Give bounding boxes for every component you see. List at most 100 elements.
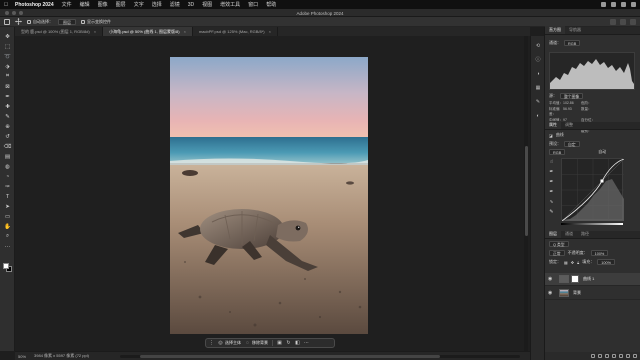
marquee-tool-icon[interactable]: ⬚: [4, 43, 11, 50]
clone-stamp-tool-icon[interactable]: ⊕: [4, 123, 11, 130]
history-panel-icon[interactable]: ⟲: [535, 42, 542, 49]
move-tool-icon[interactable]: ✥: [4, 33, 11, 40]
curve-point-tool-icon[interactable]: ∿: [548, 198, 555, 205]
layer-name[interactable]: 背景: [573, 290, 581, 296]
layer-name[interactable]: 曲线 1: [583, 276, 594, 282]
scrollbar-thumb[interactable]: [140, 355, 440, 358]
menu-file[interactable]: 文件: [62, 1, 72, 8]
source-dropdown[interactable]: 整个图像: [560, 93, 584, 99]
target-adjust-icon[interactable]: ☝: [548, 158, 555, 165]
brush-panel-icon[interactable]: ✎: [535, 98, 542, 105]
menu-layer[interactable]: 图层: [116, 1, 126, 8]
visibility-eye-icon[interactable]: ◉: [548, 290, 555, 296]
black-point-eyedropper-icon[interactable]: ✒: [548, 168, 555, 175]
info-panel-icon[interactable]: ⓘ: [535, 56, 542, 63]
curves-graph[interactable]: [561, 158, 625, 222]
tab-layers[interactable]: 图层: [545, 230, 561, 238]
auto-button[interactable]: 自动: [598, 149, 606, 155]
menu-app-name[interactable]: Photoshop 2024: [15, 2, 54, 8]
horizontal-scrollbar[interactable]: [120, 355, 520, 358]
fill-field[interactable]: 100%: [597, 259, 615, 265]
rotate-icon[interactable]: ↻: [286, 340, 291, 346]
close-tab-icon[interactable]: ×: [94, 27, 96, 36]
pencil-curve-icon[interactable]: ✎: [548, 208, 555, 215]
lock-all-icon[interactable]: 🔒︎: [577, 260, 579, 265]
auto-select-checkbox[interactable]: [27, 19, 31, 24]
crop-tool-icon[interactable]: ⌗: [4, 73, 11, 80]
frame-tool-icon[interactable]: ⊠: [4, 83, 11, 90]
transform-icon[interactable]: ▣: [277, 340, 282, 346]
tab-document-1[interactable]: 型的 鹿.psd @ 100% (图层 1, RGB/8#) ×: [15, 27, 104, 36]
menu-view[interactable]: 视图: [202, 1, 212, 8]
close-tab-icon[interactable]: ×: [184, 27, 186, 36]
tab-properties[interactable]: 属性: [545, 121, 561, 129]
white-point-eyedropper-icon[interactable]: ✒: [548, 188, 555, 195]
new-layer-icon[interactable]: [626, 354, 630, 358]
auto-select-dropdown[interactable]: 图层: [58, 18, 76, 25]
control-center-icon[interactable]: [631, 1, 636, 7]
lasso-tool-icon[interactable]: ➰: [4, 53, 11, 60]
battery-icon[interactable]: [611, 1, 616, 7]
move-tool-preset[interactable]: [15, 18, 22, 25]
canvas-area[interactable]: [15, 36, 530, 351]
wifi-icon[interactable]: [601, 1, 606, 7]
color-panel-icon[interactable]: ◑: [535, 70, 542, 77]
delete-layer-icon[interactable]: [633, 354, 637, 358]
zoom-tool-icon[interactable]: ⌕: [4, 233, 11, 240]
hand-tool-icon[interactable]: ✋: [4, 223, 11, 230]
select-subject-button[interactable]: ◎ 选择主体: [218, 340, 241, 346]
auto-select-option[interactable]: 自动选择：: [27, 19, 53, 25]
mask-icon[interactable]: ◧: [295, 340, 300, 346]
menu-help[interactable]: 帮助: [266, 1, 276, 8]
curves-channel-dropdown[interactable]: RGB: [549, 149, 566, 155]
object-select-tool-icon[interactable]: ⬗: [4, 63, 11, 70]
menu-image[interactable]: 图像: [98, 1, 108, 8]
document-image[interactable]: [170, 57, 368, 334]
menu-3d[interactable]: 3D: [188, 2, 194, 8]
layer-item-background[interactable]: ◉ 背景: [545, 287, 640, 300]
preset-dropdown[interactable]: 自定: [564, 141, 580, 147]
document-info[interactable]: 3984 像素 x 5597 像素 (72 ppi): [34, 353, 89, 359]
add-mask-icon[interactable]: [605, 354, 609, 358]
tab-document-3[interactable]: macbPF.psd @ 125% (Mac, RGB/8*) ×: [193, 27, 278, 36]
scrollbar-thumb[interactable]: [524, 146, 528, 236]
tab-paths[interactable]: 路径: [577, 230, 593, 238]
zoom-level[interactable]: 50%: [18, 354, 26, 359]
blur-tool-icon[interactable]: ◍: [4, 163, 11, 170]
transform-controls-checkbox[interactable]: [81, 19, 85, 24]
layer-style-icon[interactable]: [598, 354, 602, 358]
lock-pixels-icon[interactable]: ▦: [564, 260, 568, 265]
dodge-tool-icon[interactable]: ◔: [4, 173, 11, 180]
layer-item-curves[interactable]: ◉ 曲线 1: [545, 273, 640, 286]
more-tools-icon[interactable]: ⋯: [4, 243, 11, 250]
menu-select[interactable]: 选择: [152, 1, 162, 8]
path-select-tool-icon[interactable]: ➤: [4, 203, 11, 210]
rectangle-tool-icon[interactable]: ▭: [4, 213, 11, 220]
tab-channels[interactable]: 通道: [561, 230, 577, 238]
lock-position-icon[interactable]: ✥: [571, 260, 574, 265]
spot-heal-tool-icon[interactable]: ✚: [4, 103, 11, 110]
vertical-scrollbar[interactable]: [524, 36, 528, 351]
new-adjustment-icon[interactable]: [612, 354, 616, 358]
close-tab-icon[interactable]: ×: [269, 27, 271, 36]
more-options-icon[interactable]: ⋯: [304, 340, 309, 346]
adjustments-panel-icon[interactable]: ◐: [535, 112, 542, 119]
brush-tool-icon[interactable]: ✎: [4, 113, 11, 120]
search-icon[interactable]: [610, 19, 616, 25]
layer-mask-thumbnail[interactable]: [571, 275, 579, 283]
history-brush-tool-icon[interactable]: ↺: [4, 133, 11, 140]
tab-document-2[interactable]: 小海龟.psd @ 50% (曲线 1, 图层蒙版/8) ×: [103, 27, 193, 36]
home-icon[interactable]: [4, 18, 10, 25]
link-layers-icon[interactable]: [591, 354, 595, 358]
input-output-slider[interactable]: [561, 223, 623, 225]
eyedropper-tool-icon[interactable]: ✒: [4, 93, 11, 100]
drag-handle-icon[interactable]: ⋮: [209, 340, 214, 346]
new-group-icon[interactable]: [619, 354, 623, 358]
pen-tool-icon[interactable]: ✑: [4, 183, 11, 190]
menu-filter[interactable]: 滤镜: [170, 1, 180, 8]
eraser-tool-icon[interactable]: ⌫: [4, 143, 12, 150]
menu-plugins[interactable]: 增效工具: [220, 1, 240, 8]
menu-type[interactable]: 文字: [134, 1, 144, 8]
tab-navigator[interactable]: 导航器: [565, 26, 585, 34]
workspace-icon[interactable]: [620, 19, 626, 25]
